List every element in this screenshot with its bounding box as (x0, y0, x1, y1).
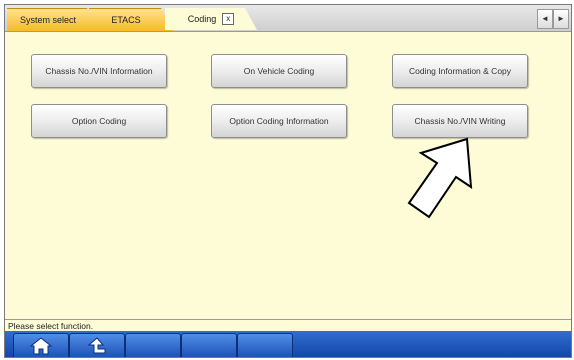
tab-close-icon[interactable]: x (222, 13, 234, 25)
tab-bar: System select ETACS Coding x ◄ ► (5, 5, 571, 32)
toolbar-slot-4[interactable] (181, 333, 237, 357)
tab-scroll-right-button[interactable]: ► (553, 9, 569, 29)
tab-scroll-left-button[interactable]: ◄ (537, 9, 553, 29)
return-icon (87, 337, 106, 354)
tab-etacs-label: ETACS (111, 15, 141, 25)
tab-coding-label: Coding (187, 14, 217, 24)
on-vehicle-coding-button[interactable]: On Vehicle Coding (211, 54, 347, 88)
toolbar-slot-5[interactable] (237, 333, 293, 357)
home-button[interactable] (13, 333, 69, 357)
chassis-vin-writing-button[interactable]: Chassis No./VIN Writing (392, 104, 528, 138)
tab-system-select[interactable]: System select (7, 8, 99, 31)
option-coding-information-button[interactable]: Option Coding Information (211, 104, 347, 138)
tab-coding[interactable]: Coding x (165, 8, 257, 30)
return-button[interactable] (69, 333, 125, 357)
toolbar-slot-3[interactable] (125, 333, 181, 357)
status-bar: Please select function. (5, 319, 571, 331)
pointer-arrow-icon (407, 137, 473, 219)
bottom-toolbar (5, 331, 571, 357)
chassis-vin-information-button[interactable]: Chassis No./VIN Information (31, 54, 167, 88)
tab-etacs[interactable]: ETACS (89, 8, 173, 31)
tab-system-select-label: System select (19, 15, 77, 25)
home-icon (29, 337, 53, 355)
status-text: Please select function. (8, 321, 94, 331)
option-coding-button[interactable]: Option Coding (31, 104, 167, 138)
coding-window: System select ETACS Coding x ◄ ► Chassis… (4, 4, 572, 358)
coding-information-copy-button[interactable]: Coding Information & Copy (392, 54, 528, 88)
